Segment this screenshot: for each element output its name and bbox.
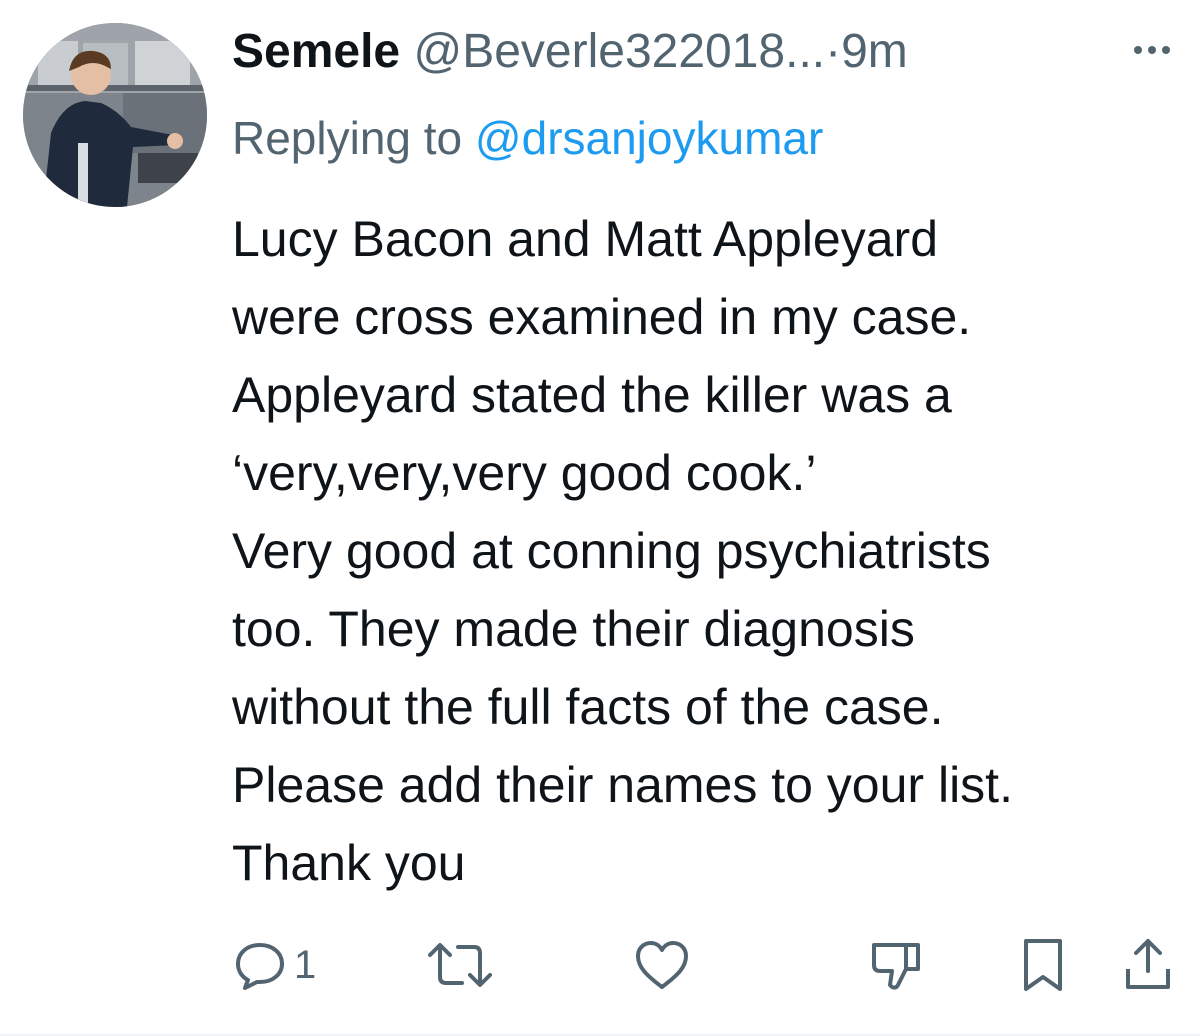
reply-button[interactable]: 1 — [232, 935, 316, 995]
bookmark-button[interactable] — [1018, 935, 1068, 995]
more-options-button[interactable] — [1120, 28, 1184, 72]
tweet-text: Lucy Bacon and Matt Appleyard were cross… — [232, 200, 1182, 902]
retweet-icon — [428, 943, 492, 987]
avatar[interactable] — [23, 23, 207, 207]
reply-mention-link[interactable]: @drsanjoykumar — [475, 112, 823, 164]
display-name[interactable]: Semele — [232, 25, 400, 78]
share-icon — [1126, 939, 1170, 989]
tweet-text-line: Thank you — [232, 835, 466, 891]
reply-icon — [236, 943, 284, 990]
replying-to-label: Replying to — [232, 112, 475, 164]
tweet-text-line: without the full facts of the case. — [232, 679, 944, 735]
tweet-text-line: too. They made their diagnosis — [232, 601, 915, 657]
dislike-button[interactable] — [866, 935, 926, 995]
tweet-text-line: Lucy Bacon and Matt Appleyard — [232, 211, 939, 267]
replying-to: Replying to @drsanjoykumar — [232, 108, 823, 168]
bookmark-icon — [1024, 939, 1062, 991]
tweet-text-line: ‘very,very,very good cook.’ — [232, 445, 817, 501]
avatar-photo — [23, 23, 207, 207]
timestamp[interactable]: 9m — [841, 25, 908, 78]
share-button[interactable] — [1120, 935, 1176, 995]
tweet-text-line: Please add their names to your list. — [232, 757, 1013, 813]
user-handle[interactable]: @Beverle322018... — [413, 25, 825, 78]
tweet-text-line: were cross examined in my case. — [232, 289, 972, 345]
action-bar: 1 — [0, 935, 1200, 995]
more-icon — [1134, 46, 1170, 54]
tweet: Semele @Beverle322018...·9m Replying to … — [0, 0, 1200, 1036]
tweet-text-line: Appleyard stated the killer was a — [232, 367, 952, 423]
like-icon — [636, 941, 688, 989]
retweet-button[interactable] — [424, 935, 496, 995]
dislike-icon — [872, 943, 920, 990]
reply-count: 1 — [294, 942, 317, 987]
tweet-header: Semele @Beverle322018...·9m — [232, 20, 1092, 84]
like-button[interactable] — [632, 935, 692, 995]
tweet-text-line: Very good at conning psychiatrists — [232, 523, 991, 579]
separator-dot: · — [825, 25, 842, 78]
